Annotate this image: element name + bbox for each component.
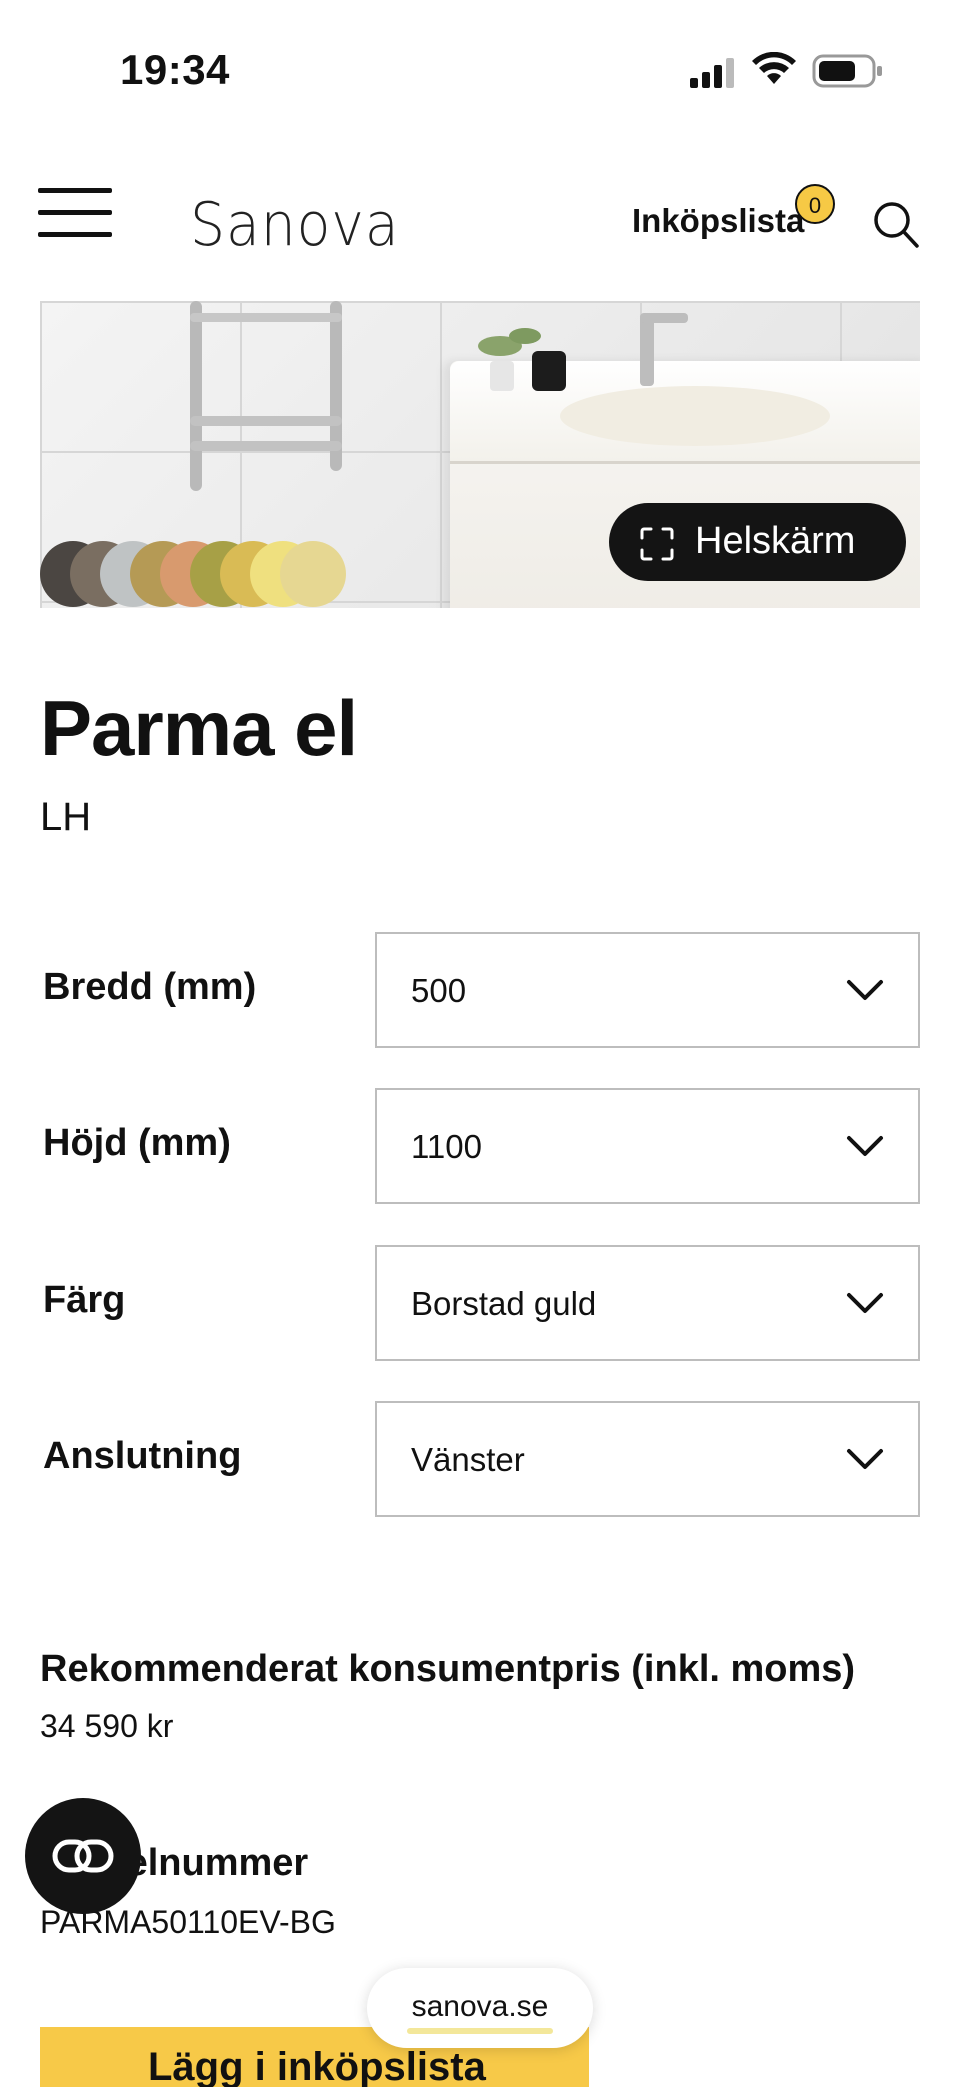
basin-image [560,386,830,446]
search-icon[interactable] [872,200,920,250]
faucet-image [640,316,654,386]
shopping-list-count-badge: 0 [795,184,835,224]
status-bar: 19:34 [0,0,960,140]
url-text: sanova.se [411,1990,549,2023]
status-time: 19:34 [120,46,230,93]
product-subtitle: LH [40,795,92,839]
site-logo[interactable]: Sanova [190,190,400,260]
option-label: Höjd (mm) [43,1122,231,1164]
product-image[interactable]: Helskärm [40,301,920,608]
battery-icon [812,54,882,88]
browser-url-bar[interactable]: sanova.se [367,1968,593,2048]
option-label: Färg [43,1279,126,1321]
option-row-color: Färg Borstad guld [40,1245,920,1363]
width-select[interactable]: 500 [375,932,920,1048]
option-label: Bredd (mm) [43,966,257,1008]
chevron-down-icon [847,980,883,1000]
select-value: 1100 [411,1128,482,1165]
option-row-width: Bredd (mm) 500 [40,932,920,1050]
fullscreen-button[interactable]: Helskärm [609,503,906,581]
plant-image [478,328,566,391]
chevron-down-icon [847,1293,883,1313]
signal-icon [690,58,734,88]
select-value: 500 [411,972,467,1009]
color-select[interactable]: Borstad guld [375,1245,920,1361]
connection-select[interactable]: Vänster [375,1401,920,1517]
option-label: Anslutning [43,1435,242,1477]
url-underline [407,2028,553,2034]
link-icon [52,1839,114,1873]
height-select[interactable]: 1100 [375,1088,920,1204]
faucet-spout [640,313,688,323]
option-row-height: Höjd (mm) 1100 [40,1088,920,1206]
chevron-down-icon [847,1136,883,1156]
product-title: Parma el [40,684,358,772]
shopping-list-link[interactable]: Inköpslista [632,202,804,240]
site-header: Sanova Inköpslista 0 [0,170,960,290]
chevron-down-icon [847,1449,883,1469]
menu-icon[interactable] [38,188,114,252]
compare-button[interactable] [25,1798,141,1914]
wifi-icon [752,52,796,84]
color-swatch[interactable] [280,541,346,607]
select-value: Vänster [411,1441,525,1478]
price-label: Rekommenderat konsumentpris (inkl. moms) [40,1648,856,1690]
color-swatches [40,541,370,608]
fullscreen-label: Helskärm [695,520,856,562]
select-value: Borstad guld [411,1285,597,1322]
drawer-line [450,461,920,464]
option-row-connection: Anslutning Vänster [40,1401,920,1519]
towel-rail-image [190,301,342,491]
price-value: 34 590 kr [40,1708,174,1744]
fullscreen-icon [640,527,674,561]
